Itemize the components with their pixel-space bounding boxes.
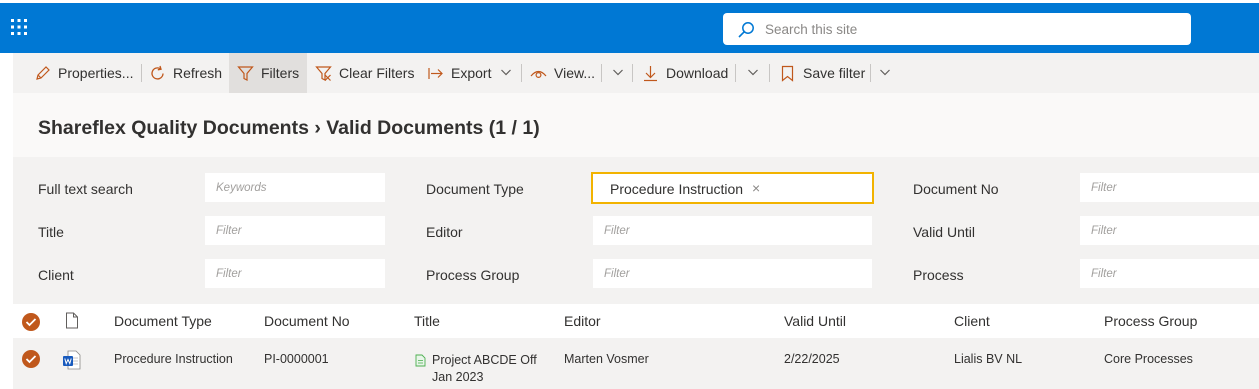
column-header-process-group[interactable]: Process Group [1104,313,1197,329]
clear-filters-button[interactable]: Clear Filters [315,53,414,93]
client-label: Client [38,267,74,283]
separator [141,64,142,82]
app-launcher-icon[interactable] [9,17,29,37]
filters-button[interactable]: Filters [229,53,307,93]
download-label: Download [666,65,729,81]
document-type-tag: Procedure Instruction [610,181,744,197]
eye-icon [530,70,547,78]
clear-filters-label: Clear Filters [339,65,415,81]
filters-label: Filters [261,65,300,81]
document-no-input[interactable] [1080,173,1259,202]
title-bar: Shareflex Quality Documents › Valid Docu… [13,93,1259,157]
document-type-picker[interactable]: Procedure Instruction × [591,172,874,204]
save-filter-chevron-down-icon[interactable] [878,65,892,79]
search-icon [738,22,754,38]
select-all-checkbox[interactable] [22,313,40,331]
full-text-search-label: Full text search [38,181,133,197]
title-filter-input[interactable] [205,216,385,245]
column-header-client[interactable]: Client [954,313,990,329]
view-button[interactable]: View... [530,53,595,93]
cell-valid-until: 2/22/2025 [784,352,840,366]
export-icon [428,67,443,79]
cell-document-type: Procedure Instruction [114,352,233,366]
separator [521,64,522,82]
separator [769,64,770,82]
column-header-document-no[interactable]: Document No [264,313,350,329]
table-row[interactable]: Procedure Instruction PI-0000001 Project… [13,338,1259,389]
word-document-icon [63,350,81,370]
bookmark-icon [781,65,794,82]
site-search-box[interactable] [723,13,1191,45]
title-filter-label: Title [38,224,64,240]
export-button[interactable]: Export [427,53,491,93]
remove-tag-icon[interactable]: × [752,180,760,196]
download-button[interactable]: Download [642,53,728,93]
export-label: Export [451,65,492,81]
refresh-icon [151,65,164,79]
process-group-input[interactable] [593,259,872,288]
export-chevron-down-icon[interactable] [499,65,513,79]
save-filter-label: Save filter [803,65,866,81]
suite-bar [0,0,1259,53]
cell-title-line2: Jan 2023 [432,370,484,384]
cell-document-no: PI-0000001 [264,352,329,366]
document-link-icon [415,354,426,367]
checkmark-icon [25,318,37,327]
page-title: Shareflex Quality Documents › Valid Docu… [38,117,540,139]
table-header: Document Type Document No Title Editor V… [13,304,1259,338]
separator [870,64,871,82]
document-no-label: Document No [913,181,999,197]
view-chevron-down-icon[interactable] [611,65,625,79]
separator [735,64,736,82]
download-icon [644,65,657,81]
filter-icon [237,65,254,81]
cell-editor: Marten Vosmer [564,352,649,366]
command-bar: Properties... Refresh Filters Clear Filt… [13,53,1259,93]
download-chevron-down-icon[interactable] [746,65,760,79]
filter-panel: Full text search Document Type Procedure… [13,157,1259,304]
view-label: View... [554,65,595,81]
properties-button[interactable]: Properties... [34,53,133,93]
full-text-search-input[interactable] [205,173,385,202]
process-group-label: Process Group [426,267,520,283]
save-filter-button[interactable]: Save filter [779,53,865,93]
pencil-icon [36,65,50,80]
process-input[interactable] [1080,259,1259,288]
column-header-document-type[interactable]: Document Type [114,313,212,329]
valid-until-label: Valid Until [913,224,975,240]
refresh-button[interactable]: Refresh [149,53,222,93]
clear-filter-icon [315,65,332,81]
separator [601,64,602,82]
cell-process-group: Core Processes [1104,352,1193,366]
cell-client: Lialis BV NL [954,352,1023,366]
column-header-editor[interactable]: Editor [564,313,601,329]
document-type-label: Document Type [426,181,524,197]
separator [632,64,633,82]
editor-label: Editor [426,224,463,240]
editor-input[interactable] [593,216,872,245]
search-input[interactable] [765,13,1175,45]
checkmark-icon [25,355,37,364]
process-label: Process [913,267,964,283]
valid-until-input[interactable] [1080,216,1259,245]
client-input[interactable] [205,259,385,288]
file-type-icon [66,312,78,329]
properties-label: Properties... [58,65,134,81]
refresh-label: Refresh [173,65,223,81]
column-header-valid-until[interactable]: Valid Until [784,313,846,329]
cell-title-line1: Project ABCDE Off [432,353,537,367]
column-header-title[interactable]: Title [414,313,440,329]
row-checkbox[interactable] [22,350,40,368]
cell-title-link[interactable]: Project ABCDE Off Jan 2023 [432,352,537,386]
